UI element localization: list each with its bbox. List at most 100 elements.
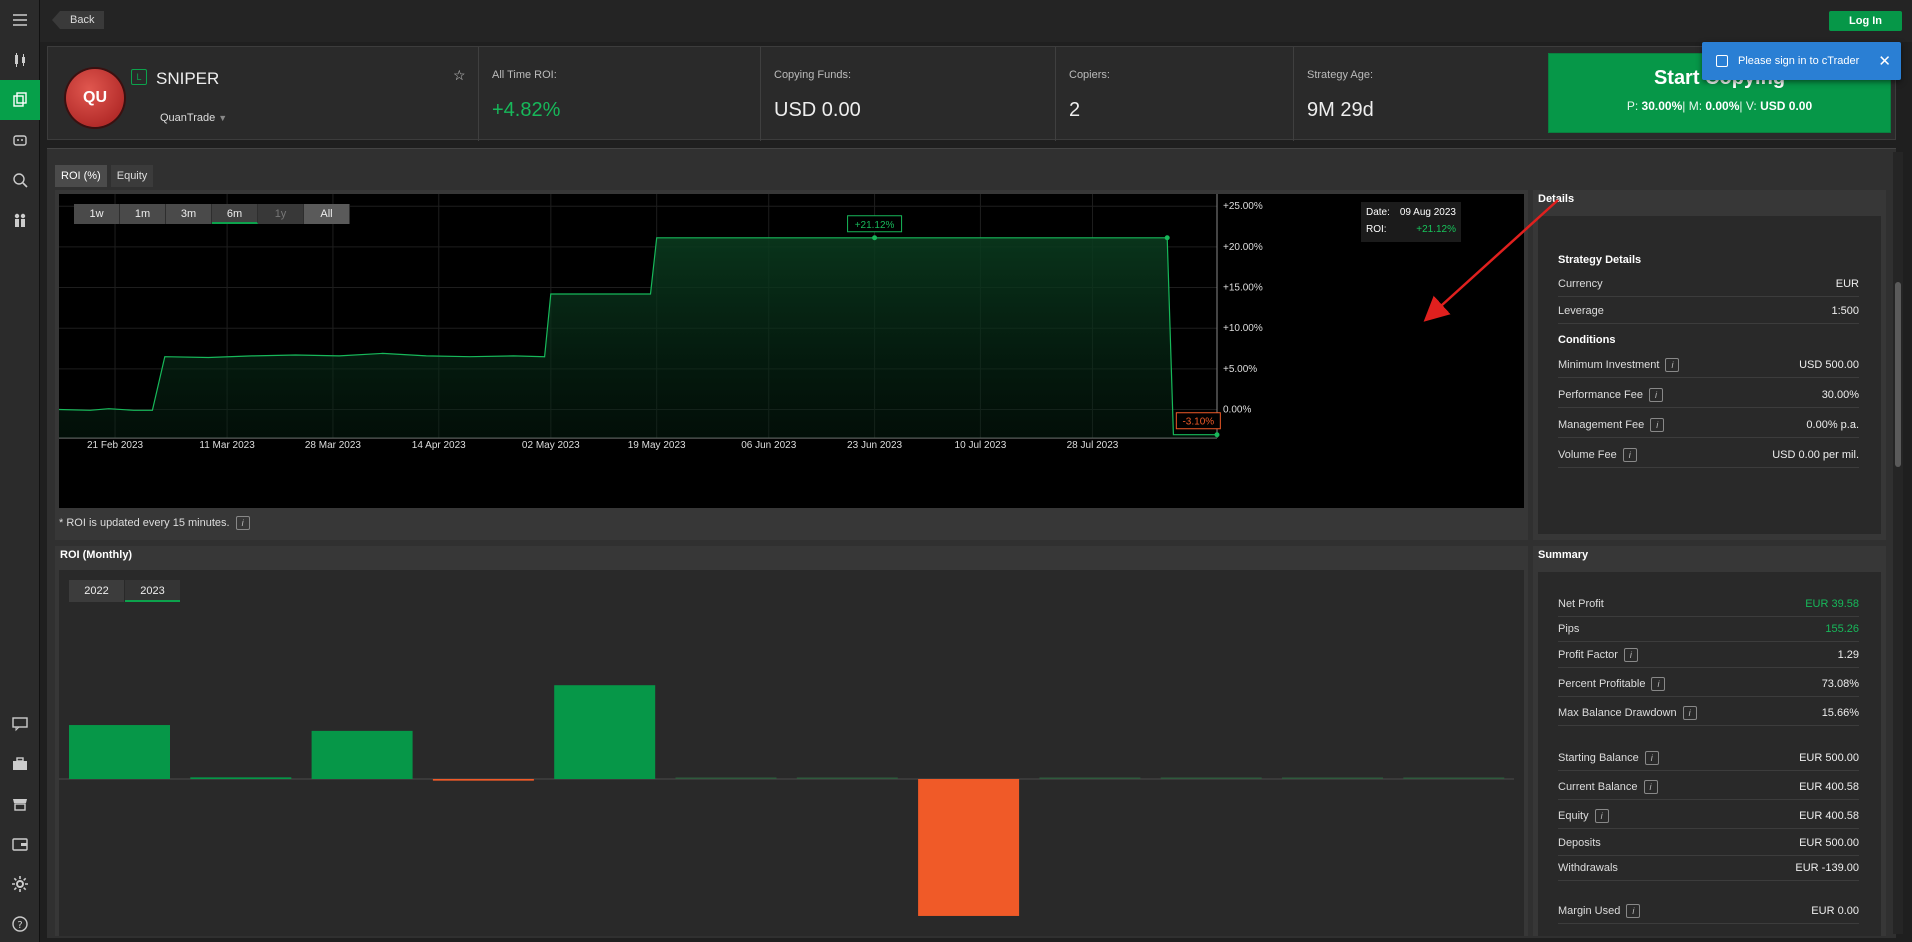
- range-all[interactable]: All: [304, 204, 350, 224]
- monthly-bar: [190, 777, 292, 779]
- tooltip-roi-label: ROI:: [1366, 224, 1387, 235]
- strategy-header: QU L SNIPER QuanTrade ▼ ☆ All Time ROI: +…: [47, 46, 1896, 141]
- monthly-bar: [311, 730, 413, 779]
- roi-area-fill: [59, 237, 1217, 438]
- info-icon[interactable]: i: [1594, 809, 1609, 823]
- monthly-bar: [554, 685, 656, 779]
- briefcase-icon[interactable]: [0, 744, 40, 784]
- summary-row: Margin Used i EUR 0.00: [1558, 899, 1859, 924]
- y-tick-label: +10.00%: [1223, 323, 1263, 334]
- monthly-bar: [675, 777, 777, 779]
- store-icon[interactable]: [0, 784, 40, 824]
- range-1w[interactable]: 1w: [74, 204, 120, 224]
- hamburger-menu-icon[interactable]: [0, 0, 40, 40]
- info-icon[interactable]: i: [235, 516, 250, 530]
- range-3m[interactable]: 3m: [166, 204, 212, 224]
- strategy-details-heading: Strategy Details: [1558, 254, 1642, 266]
- monthly-bar: [1282, 777, 1383, 779]
- info-icon[interactable]: i: [1644, 751, 1659, 765]
- monthly-roi-title: ROI (Monthly): [60, 549, 133, 561]
- info-icon[interactable]: i: [1682, 706, 1697, 720]
- details-panel: Details Strategy Details Currency EUR Lev…: [1533, 190, 1886, 540]
- provider-name: QuanTrade: [160, 112, 216, 124]
- year-2022[interactable]: 2022: [69, 580, 124, 602]
- monthly-bar: [69, 725, 170, 779]
- summary-title: Summary: [1538, 549, 1589, 561]
- login-icon: [1716, 55, 1728, 67]
- trade-candles-icon[interactable]: [0, 40, 40, 80]
- details-title: Details: [1538, 193, 1575, 205]
- range-selector: 1w 1m 3m 6m 1y All: [74, 204, 350, 224]
- roi-point: [1164, 235, 1170, 241]
- sign-in-toast[interactable]: Please sign in to cTrader ✕: [1702, 42, 1901, 80]
- summary-row: Pips 155.26: [1558, 617, 1859, 642]
- scrollbar-thumb[interactable]: [1895, 282, 1901, 467]
- chat-icon[interactable]: [0, 704, 40, 744]
- roi-point: [1214, 432, 1220, 438]
- peak-annotation-text: +21.12%: [855, 220, 895, 231]
- roi-update-note: * ROI is updated every 15 minutes. i: [59, 516, 250, 530]
- settings-gear-icon[interactable]: [0, 864, 40, 904]
- drop-annotation-text: -3.10%: [1182, 417, 1214, 428]
- y-tick-label: +5.00%: [1223, 364, 1257, 375]
- summary-row: Current Balance i EUR 400.58: [1558, 775, 1859, 800]
- robot-icon[interactable]: [0, 120, 40, 160]
- year-2023[interactable]: 2023: [125, 580, 180, 602]
- detail-row-leverage: Leverage 1:500: [1558, 299, 1859, 324]
- copy-icon[interactable]: [0, 80, 40, 120]
- app-root: ? Back Log In QU L SNIPER QuanTrade ▼ ☆ A…: [0, 0, 1912, 942]
- info-icon[interactable]: i: [1626, 904, 1641, 918]
- tooltip-date: 09 Aug 2023: [1399, 207, 1456, 218]
- start-copying-fees: P: 30.00%| M: 0.00%| V: USD 0.00: [1626, 99, 1813, 113]
- range-1y: 1y: [258, 204, 304, 224]
- info-icon[interactable]: i: [1648, 388, 1663, 402]
- back-button[interactable]: Back: [52, 11, 105, 29]
- roi-chart[interactable]: 21 Feb 2023 11 Mar 2023 28 Mar 2023 14 Apr …: [58, 194, 1524, 508]
- avatar: QU: [66, 69, 124, 127]
- details-body: Strategy Details Currency EUR Leverage 1:5…: [1538, 216, 1881, 534]
- summary-row: Profit Factor i 1.29: [1558, 643, 1859, 668]
- monthly-roi-chart[interactable]: 2022 2023: [59, 570, 1524, 936]
- stat-value: USD 0.00: [774, 99, 861, 121]
- favorite-star-icon[interactable]: ☆: [453, 67, 466, 84]
- condition-row-minimum-investment: Minimum Investment i USD 500.00: [1558, 353, 1859, 378]
- info-icon[interactable]: i: [1622, 448, 1637, 462]
- info-icon[interactable]: i: [1651, 677, 1666, 691]
- monthly-roi-svg: [59, 685, 1514, 916]
- range-1m[interactable]: 1m: [120, 204, 166, 224]
- stat-label: Copiers:: [1069, 69, 1110, 81]
- left-navigation-rail: ?: [0, 0, 40, 942]
- y-tick-label: +25.00%: [1223, 201, 1263, 212]
- summary-row: Starting Balance i EUR 500.00: [1558, 746, 1859, 771]
- summary-row: Max Balance Drawdown i 15.66%: [1558, 701, 1859, 726]
- chevron-down-icon: ▼: [218, 113, 228, 123]
- x-tick-label: 28 Mar 2023: [305, 440, 362, 451]
- provider-dropdown[interactable]: QuanTrade ▼: [160, 112, 227, 124]
- roi-chart-panel: 21 Feb 2023 11 Mar 2023 28 Mar 2023 14 Apr …: [55, 190, 1528, 540]
- tab-roi[interactable]: ROI (%): [55, 165, 107, 187]
- analyze-search-icon[interactable]: [0, 160, 40, 200]
- close-icon[interactable]: ✕: [1878, 52, 1891, 70]
- toast-text: Please sign in to cTrader: [1738, 55, 1860, 67]
- scrollbar[interactable]: [1893, 152, 1903, 934]
- info-icon[interactable]: i: [1665, 358, 1680, 372]
- condition-row-management-fee: Management Fee i 0.00% p.a.: [1558, 413, 1859, 438]
- live-badge: L: [131, 69, 147, 85]
- year-selector: 2022 2023: [69, 580, 181, 602]
- monthly-bar: [432, 779, 534, 781]
- community-users-icon[interactable]: [0, 200, 40, 240]
- chart-tabs: ROI (%) Equity: [55, 165, 157, 189]
- login-button[interactable]: Log In: [1829, 11, 1902, 31]
- range-6m[interactable]: 6m: [212, 204, 258, 224]
- info-icon[interactable]: i: [1623, 648, 1638, 662]
- top-bar: Back Log In: [40, 0, 1912, 42]
- strategy-name: SNIPER: [156, 69, 220, 88]
- wallet-icon[interactable]: [0, 824, 40, 864]
- info-icon[interactable]: i: [1643, 780, 1658, 794]
- info-icon[interactable]: i: [1650, 418, 1665, 432]
- help-icon[interactable]: ?: [0, 904, 40, 942]
- detail-row-currency: Currency EUR: [1558, 272, 1859, 297]
- summary-row: Percent Profitable i 73.08%: [1558, 672, 1859, 697]
- tab-equity[interactable]: Equity: [110, 165, 154, 187]
- tooltip-date-label: Date:: [1366, 207, 1390, 218]
